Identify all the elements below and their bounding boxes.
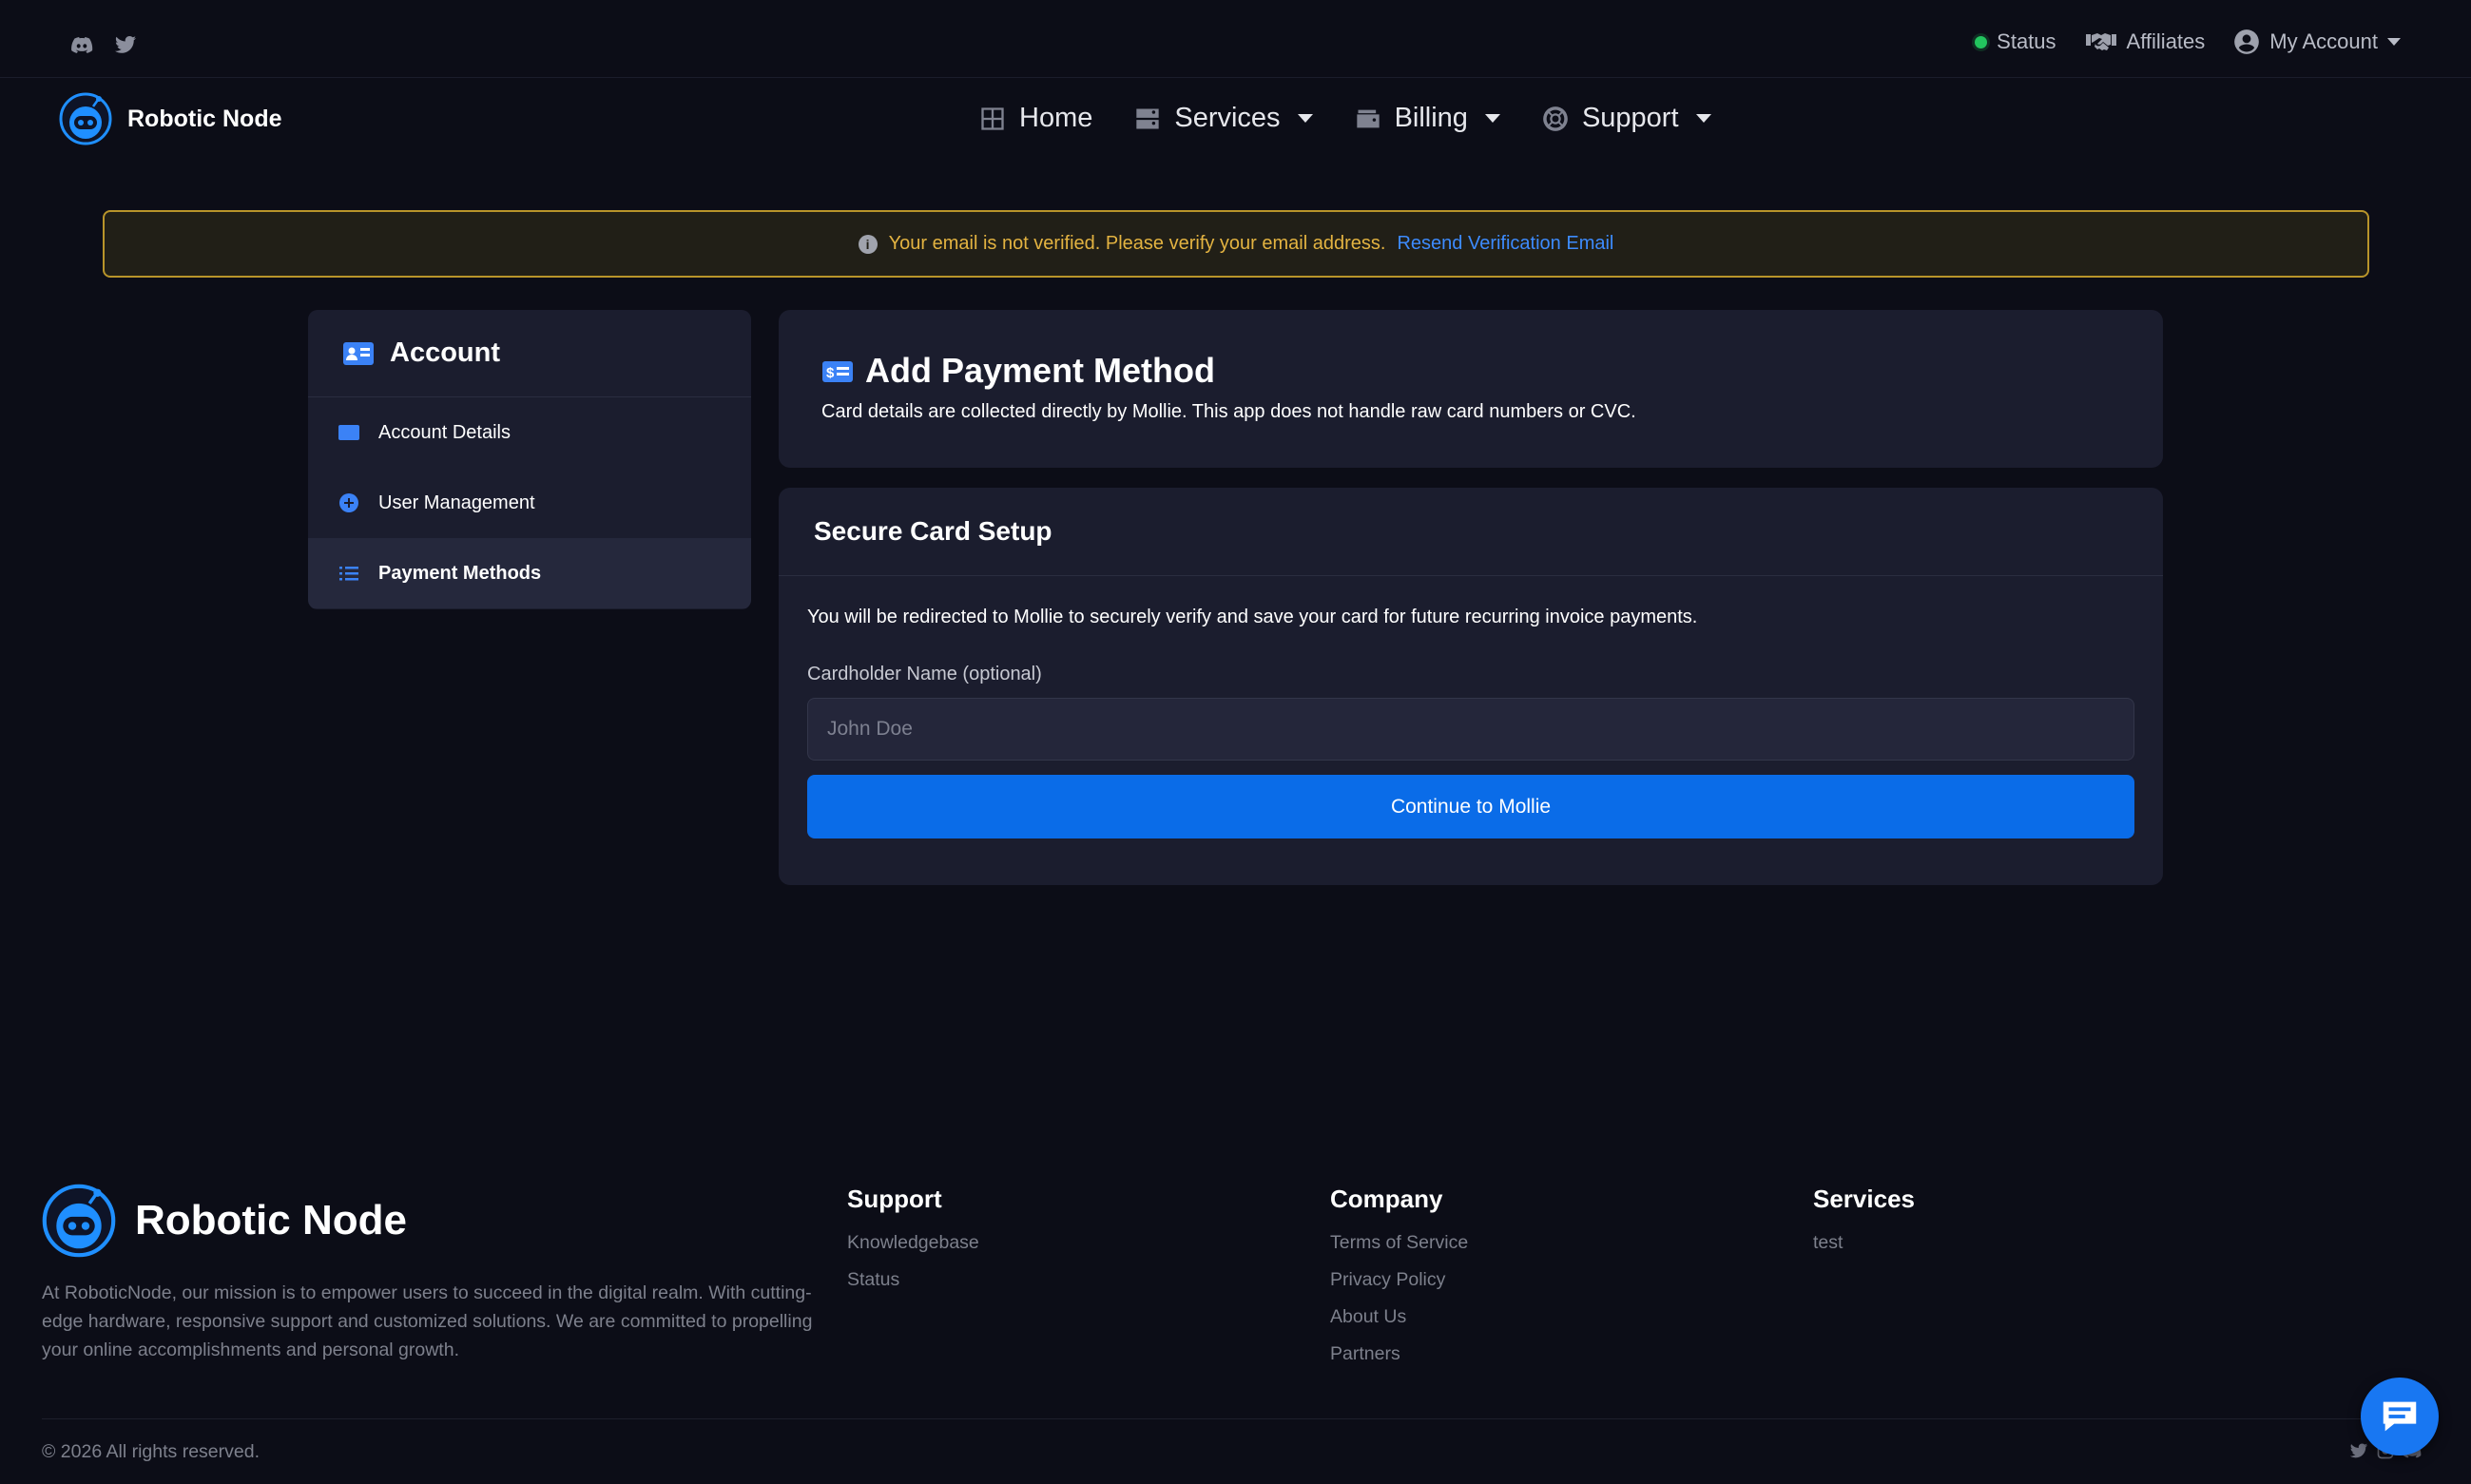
top-social-links [70,33,137,56]
footer-column-support: Support Knowledgebase Status [847,1185,979,1305]
nav-home-label: Home [1019,103,1093,133]
list-icon [339,567,358,581]
footer-divider [42,1418,2429,1419]
brand-logo-link[interactable]: Robotic Node [59,92,282,145]
sidebar-item-payment-methods[interactable]: Payment Methods [308,538,751,608]
footer-link-knowledgebase[interactable]: Knowledgebase [847,1231,979,1268]
lifebuoy-icon [1543,106,1568,131]
affiliates-label: Affiliates [2126,29,2206,53]
chevron-down-icon [1297,114,1313,123]
user-circle-icon [2234,29,2260,54]
nav-home[interactable]: Home [979,103,1092,134]
footer-about-text: At RoboticNode, our mission is to empowe… [42,1282,813,1360]
footer-column-title: Services [1813,1185,1915,1213]
chat-bubble-icon [2383,1401,2417,1432]
footer-link-about[interactable]: About Us [1330,1305,1468,1342]
twitter-icon[interactable] [2349,1441,2368,1460]
cardholder-name-label: Cardholder Name (optional) [807,664,1042,684]
page-title-row: $ Add Payment Method [821,351,1215,391]
footer-brand-name: Robotic Node [135,1197,407,1243]
status-link[interactable]: Status [1975,29,2056,54]
id-card-icon [343,341,374,365]
my-account-dropdown[interactable]: My Account [2233,29,2401,55]
status-label: Status [1997,29,2056,53]
nav-services-label: Services [1174,103,1281,133]
wallet-icon [1356,109,1380,127]
footer-column-title: Company [1330,1185,1443,1213]
nav-support-label: Support [1581,103,1679,133]
footer-link-test[interactable]: test [1813,1231,1915,1268]
cardholder-name-input[interactable] [807,698,2134,761]
sidebar-header: Account [308,310,751,397]
footer-column-services: Services test [1813,1185,1915,1268]
nav-support[interactable]: Support [1542,103,1711,134]
money-card-icon: $ [822,361,853,382]
grid-icon [981,106,1004,130]
footer-copyright: © 2026 All rights reserved. [42,1441,260,1462]
footer-column-company: Company Terms of Service Privacy Policy … [1330,1185,1468,1379]
setup-description: You will be redirected to Mollie to secu… [807,607,1698,627]
robot-logo-icon [42,1184,116,1258]
card-icon [338,425,359,440]
continue-to-mollie-button[interactable]: Continue to Mollie [807,775,2134,838]
secure-card-setup-card: Secure Card Setup You will be redirected… [779,488,2163,885]
live-chat-button[interactable] [2361,1378,2439,1455]
sidebar-item-account-details[interactable]: Account Details [308,397,751,468]
nav-billing-label: Billing [1394,103,1468,133]
email-verification-alert: i Your email is not verified. Please ver… [103,210,2369,278]
footer-link-status[interactable]: Status [847,1268,979,1305]
sidebar-item-user-management[interactable]: User Management [308,468,751,538]
sidebar-item-label: Payment Methods [378,562,542,584]
page-description: Card details are collected directly by M… [821,401,1636,422]
sidebar-title: Account [390,337,500,368]
affiliates-link[interactable]: Affiliates [2085,29,2206,54]
top-right-menu: Status Affiliates My Account [1975,29,2401,55]
footer-link-partners[interactable]: Partners [1330,1342,1468,1379]
svg-text:$: $ [826,365,835,381]
account-sidebar: Account Account Details User Management … [308,310,751,609]
page-title: Add Payment Method [865,351,1216,390]
discord-icon[interactable] [70,33,93,56]
footer-column-title: Support [847,1185,942,1213]
footer-link-privacy[interactable]: Privacy Policy [1330,1268,1468,1305]
footer-link-terms[interactable]: Terms of Service [1330,1231,1468,1268]
info-icon: i [858,234,878,254]
twitter-icon[interactable] [114,33,137,56]
chevron-down-icon [1695,114,1711,123]
setup-title: Secure Card Setup [779,488,2163,576]
chevron-down-icon [1484,114,1500,123]
my-account-label: My Account [2269,29,2378,53]
nav-services[interactable]: Services [1134,103,1313,134]
nav-billing[interactable]: Billing [1355,103,1500,134]
status-dot-icon [1975,35,1988,48]
sidebar-item-label: Account Details [378,421,511,443]
plus-circle-icon [339,493,358,512]
resend-verification-link[interactable]: Resend Verification Email [1397,233,1613,255]
alert-message: Your email is not verified. Please verif… [888,233,1386,254]
sidebar-item-label: User Management [378,491,535,513]
main-nav: Home Services Billing Support [979,103,1711,134]
add-payment-method-card: $ Add Payment Method Card details are co… [779,310,2163,468]
robot-logo-icon [59,92,112,145]
server-icon [1136,108,1160,128]
chevron-down-icon [2387,38,2401,46]
footer-brand[interactable]: Robotic Node [42,1184,407,1258]
brand-name: Robotic Node [127,105,282,132]
handshake-icon [2085,33,2116,50]
